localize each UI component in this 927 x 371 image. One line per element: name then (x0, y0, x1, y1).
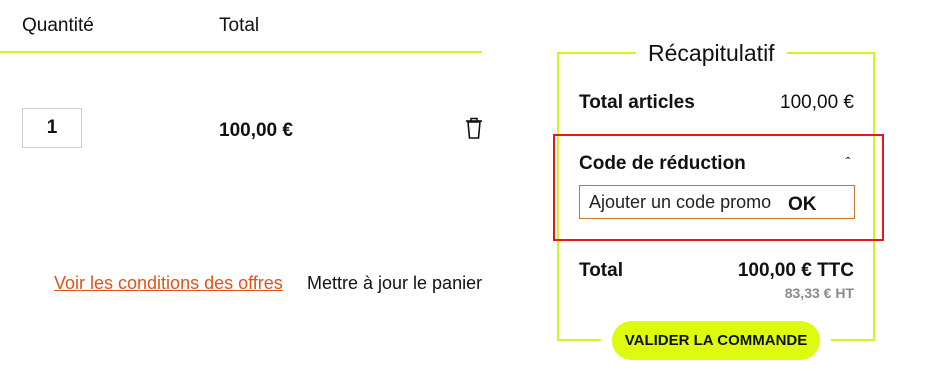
row-total: 100,00 € (219, 120, 293, 141)
column-header-total: Total (219, 15, 260, 36)
total-ht-value: 83,33 € HT (784, 285, 854, 301)
update-cart-button[interactable]: Mettre à jour le panier (307, 273, 482, 294)
chevron-up-icon[interactable]: ˆ (841, 155, 855, 169)
column-header-quantity: Quantité (22, 15, 94, 36)
summary-title: Récapitulatif (636, 40, 787, 67)
trash-icon[interactable] (464, 116, 484, 140)
header-divider (0, 51, 482, 53)
validate-order-button[interactable]: VALIDER LA COMMANDE (612, 321, 820, 360)
total-articles-value: 100,00 € (780, 92, 854, 113)
promo-ok-button[interactable]: OK (788, 194, 817, 216)
total-label: Total (579, 260, 623, 281)
offers-conditions-link[interactable]: Voir les conditions des offres (54, 273, 283, 294)
quantity-input[interactable]: 1 (22, 108, 82, 148)
total-articles-label: Total articles (579, 92, 695, 113)
promo-title: Code de réduction (579, 153, 746, 174)
total-ttc-value: 100,00 € TTC (737, 260, 854, 281)
